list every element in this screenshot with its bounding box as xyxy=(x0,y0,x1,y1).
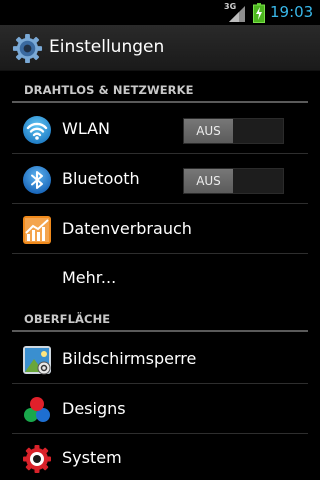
toggle-off-label: AUS xyxy=(184,169,233,193)
settings-item-data-usage[interactable]: Datenverbrauch xyxy=(0,205,320,254)
data-usage-icon xyxy=(23,216,51,244)
row-divider xyxy=(12,203,308,204)
settings-item-designs[interactable]: Designs xyxy=(0,385,320,434)
settings-item-system[interactable]: System xyxy=(0,434,320,480)
row-divider xyxy=(12,383,308,384)
settings-item-label: WLAN xyxy=(62,119,111,138)
bluetooth-icon xyxy=(23,166,51,194)
settings-item-bluetooth[interactable]: Bluetooth AUS xyxy=(0,155,320,204)
wifi-icon xyxy=(23,116,51,144)
system-icon xyxy=(23,445,51,473)
status-bar: 3G 19:03 xyxy=(0,0,320,25)
settings-item-label: Designs xyxy=(62,399,126,418)
settings-item-label: Bildschirmsperre xyxy=(62,349,197,368)
settings-item-label: Mehr... xyxy=(62,268,117,287)
settings-item-lock-screen[interactable]: Bildschirmsperre xyxy=(0,335,320,384)
lock-screen-icon xyxy=(23,346,51,375)
section-divider xyxy=(12,330,308,332)
settings-item-label: Datenverbrauch xyxy=(62,219,192,238)
action-bar: Einstellungen xyxy=(0,25,320,71)
section-header-label: DRAHTLOS & NETZWERKE xyxy=(24,83,194,97)
clock: 19:03 xyxy=(270,3,314,21)
settings-item-label: System xyxy=(62,448,122,467)
battery-charging-icon xyxy=(253,3,265,23)
section-header-wireless: DRAHTLOS & NETZWERKE xyxy=(0,75,320,103)
section-divider xyxy=(12,101,308,103)
bluetooth-toggle[interactable]: AUS xyxy=(183,168,284,194)
settings-gear-icon[interactable] xyxy=(12,33,43,64)
section-header-label: OBERFLÄCHE xyxy=(24,312,111,326)
designs-icon xyxy=(24,397,50,422)
settings-item-wlan[interactable]: WLAN AUS xyxy=(0,105,320,154)
settings-item-more[interactable]: Mehr... xyxy=(0,254,320,303)
section-header-interface: OBERFLÄCHE xyxy=(0,304,320,332)
page-title: Einstellungen xyxy=(49,37,165,57)
signal-icon xyxy=(229,6,245,22)
wlan-toggle[interactable]: AUS xyxy=(183,118,284,144)
toggle-off-label: AUS xyxy=(184,119,233,143)
row-divider xyxy=(12,153,308,154)
settings-item-label: Bluetooth xyxy=(62,169,140,188)
